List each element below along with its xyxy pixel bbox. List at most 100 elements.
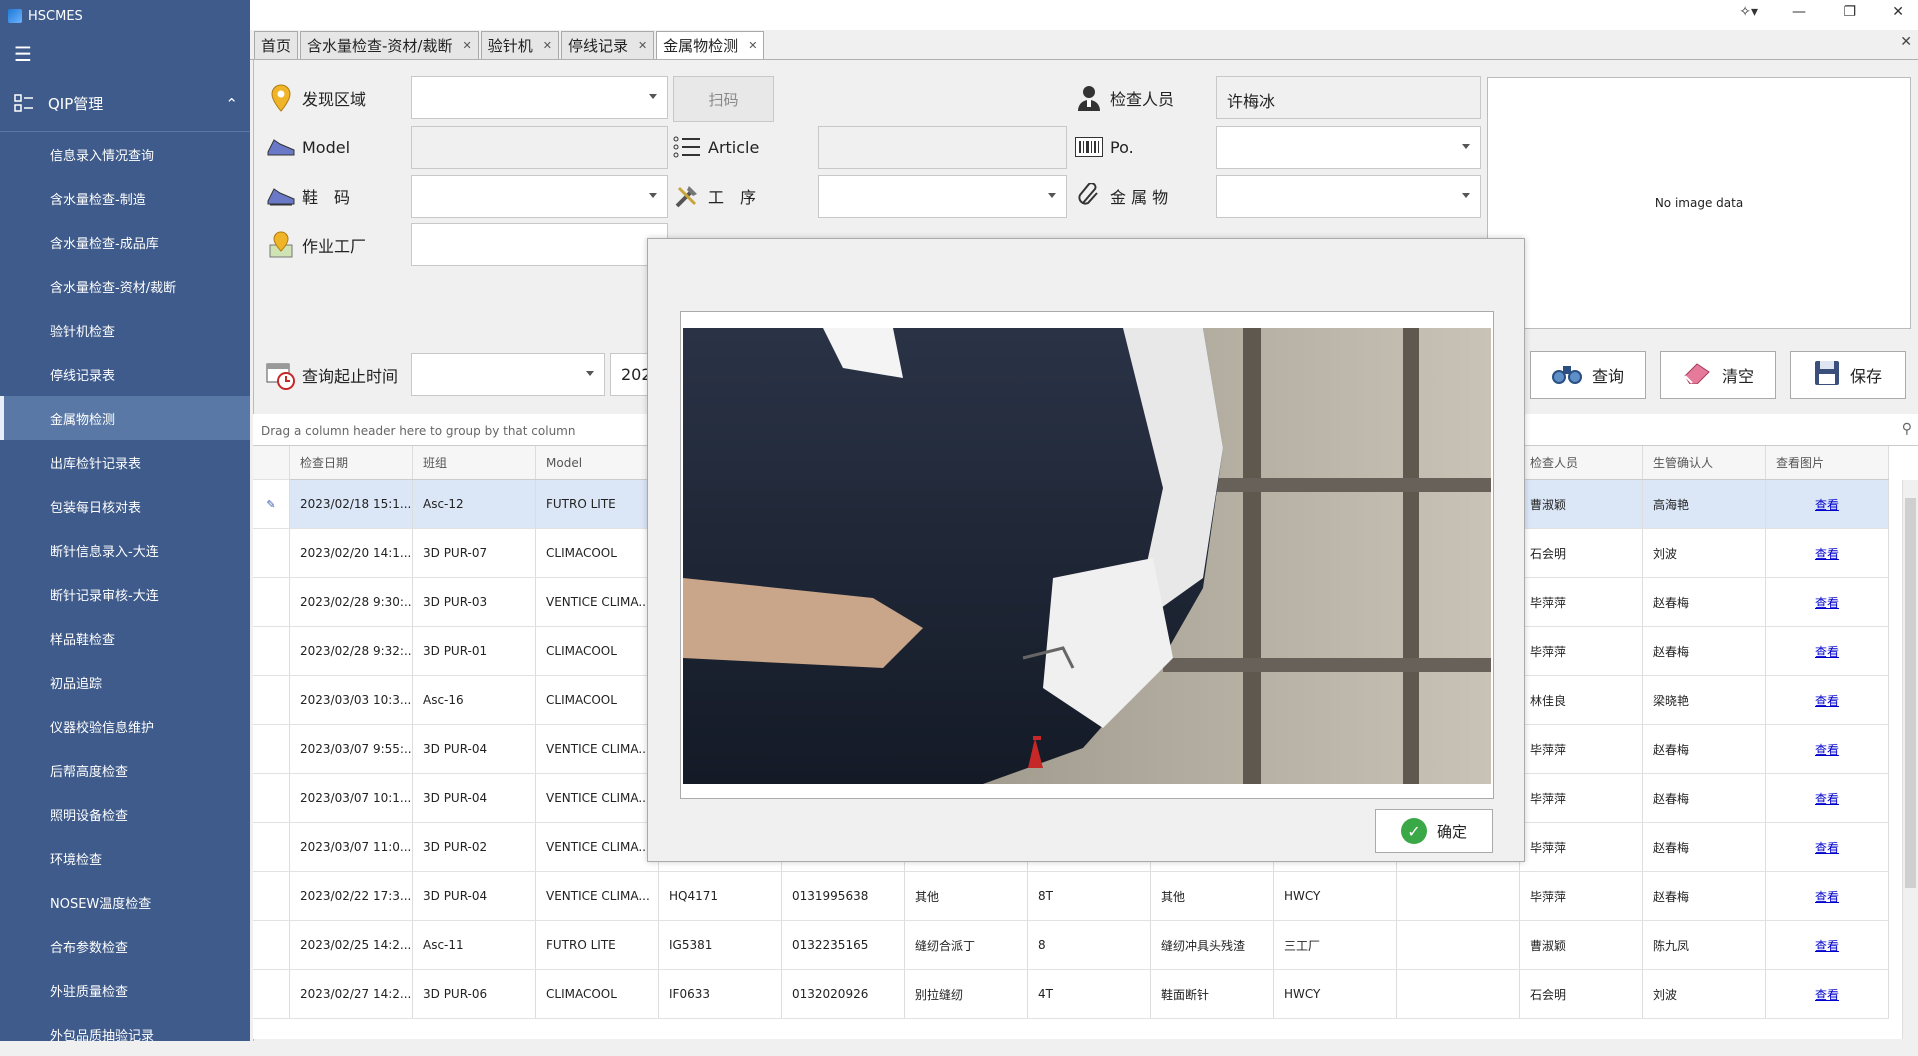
process-label: 工 序 — [672, 181, 756, 211]
restore-icon[interactable]: ❐ — [1843, 4, 1856, 20]
article-field[interactable] — [818, 126, 1067, 169]
table-cell: 3D PUR-06 — [413, 970, 536, 1019]
tab[interactable]: 首页 — [254, 31, 299, 59]
column-header[interactable]: 检查日期 — [290, 446, 413, 479]
process-select[interactable] — [818, 175, 1067, 218]
sidebar-item[interactable]: 样品鞋检查 — [0, 616, 250, 660]
view-image-link[interactable]: 查看 — [1766, 774, 1889, 823]
table-row[interactable]: 2023/02/25 14:2... Asc-11 FUTRO LITE IG5381… — [253, 921, 1889, 970]
row-indicator[interactable] — [253, 529, 290, 578]
scrollbar-thumb[interactable] — [1905, 498, 1916, 888]
sidebar-item[interactable]: 外包品质抽验记录 — [0, 1012, 250, 1056]
table-cell: HWCY — [1274, 970, 1397, 1019]
sidebar-section-qip[interactable]: QIP管理 ⌃ — [0, 76, 250, 132]
table-cell: 2023/03/07 11:0... — [290, 823, 413, 872]
view-image-link[interactable]: 查看 — [1766, 921, 1889, 970]
table-cell: 陈九凤 — [1643, 921, 1766, 970]
tab[interactable]: 含水量检查-资材/裁断 ✕ — [300, 31, 479, 59]
clear-button[interactable]: 清空 — [1660, 351, 1776, 399]
column-header[interactable]: 检查人员 — [1520, 446, 1643, 479]
tab-close-icon[interactable]: ✕ — [638, 39, 647, 52]
tab[interactable]: 停线记录 ✕ — [560, 31, 655, 59]
tab-close-icon[interactable]: ✕ — [543, 39, 552, 52]
sidebar-item[interactable]: 含水量检查-成品库 — [0, 220, 250, 264]
close-all-tabs-icon[interactable]: ✕ — [1900, 34, 1912, 50]
tab[interactable]: 验针机 ✕ — [480, 31, 559, 59]
view-image-link[interactable]: 查看 — [1766, 480, 1889, 529]
view-image-link[interactable]: 查看 — [1766, 970, 1889, 1019]
row-indicator[interactable] — [253, 872, 290, 921]
metal-select[interactable] — [1216, 175, 1481, 218]
sidebar-item[interactable]: 照明设备检查 — [0, 792, 250, 836]
row-indicator[interactable] — [253, 823, 290, 872]
table-row[interactable]: 2023/02/22 17:3... 3D PUR-04 VENTICE CLIMA… — [253, 872, 1889, 921]
tab-label: 含水量检查-资材/裁断 — [307, 37, 453, 55]
row-indicator[interactable] — [253, 627, 290, 676]
sidebar-item[interactable]: 外驻质量检查 — [0, 968, 250, 1012]
view-image-link[interactable]: 查看 — [1766, 627, 1889, 676]
view-image-link[interactable]: 查看 — [1766, 529, 1889, 578]
view-image-link[interactable]: 查看 — [1766, 676, 1889, 725]
search-icon[interactable]: ⚲ — [1902, 421, 1912, 437]
vertical-scrollbar[interactable] — [1902, 480, 1918, 1039]
table-cell: 赵春梅 — [1643, 578, 1766, 627]
connection-icon[interactable]: ✧▾ — [1739, 4, 1758, 20]
sidebar-item[interactable]: 断针信息录入-大连 — [0, 528, 250, 572]
sidebar-item[interactable]: 含水量检查-制造 — [0, 176, 250, 220]
menu-toggle-icon[interactable]: ☰ — [0, 32, 250, 76]
column-header[interactable]: 生管确认人 — [1643, 446, 1766, 479]
sidebar-item[interactable]: 金属物检测 — [0, 396, 250, 440]
table-row[interactable]: 2023/02/27 14:2... 3D PUR-06 CLIMACOOL IF06… — [253, 970, 1889, 1019]
sidebar-item[interactable]: 含水量检查-资材/裁断 — [0, 264, 250, 308]
column-header[interactable]: 班组 — [413, 446, 536, 479]
column-header[interactable]: Model — [536, 446, 659, 479]
dropdown-arrow-icon — [1048, 193, 1056, 198]
sidebar-item[interactable]: 后帮高度检查 — [0, 748, 250, 792]
view-image-link[interactable]: 查看 — [1766, 725, 1889, 774]
floppy-disk-icon — [1814, 360, 1840, 390]
table-cell: 林佳良 — [1520, 676, 1643, 725]
row-indicator[interactable] — [253, 725, 290, 774]
column-header[interactable]: 查看图片 — [1766, 446, 1889, 479]
row-indicator[interactable] — [253, 921, 290, 970]
edit-pencil-icon[interactable]: ✎ — [253, 480, 290, 529]
inspector-field[interactable]: 许梅冰 — [1216, 76, 1481, 119]
po-select[interactable] — [1216, 126, 1481, 169]
tab-close-icon[interactable]: ✕ — [748, 39, 757, 52]
minimize-icon[interactable]: — — [1792, 4, 1806, 20]
factory-field[interactable] — [411, 223, 668, 266]
sidebar-item[interactable]: 包装每日核对表 — [0, 484, 250, 528]
app-title: HSCMES — [28, 8, 83, 24]
query-button[interactable]: 查询 — [1530, 351, 1646, 399]
sidebar-item[interactable]: 信息录入情况查询 — [0, 132, 250, 176]
chevron-up-icon[interactable]: ⌃ — [225, 95, 238, 113]
view-image-link[interactable]: 查看 — [1766, 823, 1889, 872]
tab-close-icon[interactable]: ✕ — [462, 39, 471, 52]
save-button[interactable]: 保存 — [1790, 351, 1906, 399]
sidebar-item[interactable]: 环境检查 — [0, 836, 250, 880]
date-start-select[interactable] — [411, 353, 605, 396]
close-window-icon[interactable]: ✕ — [1892, 4, 1904, 20]
view-image-link[interactable]: 查看 — [1766, 872, 1889, 921]
tab[interactable]: 金属物检测 ✕ — [656, 31, 765, 59]
row-indicator[interactable] — [253, 578, 290, 627]
table-cell: 毕萍萍 — [1520, 627, 1643, 676]
scan-button[interactable]: 扫码 — [673, 76, 774, 122]
sidebar-item[interactable]: 验针机检查 — [0, 308, 250, 352]
no-image-text: No image data — [1654, 196, 1744, 210]
size-select[interactable] — [411, 175, 668, 218]
row-indicator[interactable] — [253, 676, 290, 725]
sidebar-item[interactable]: 初品追踪 — [0, 660, 250, 704]
model-field[interactable] — [411, 126, 668, 169]
sidebar-item[interactable]: 仪器校验信息维护 — [0, 704, 250, 748]
row-indicator[interactable] — [253, 774, 290, 823]
area-select[interactable] — [411, 76, 668, 119]
sidebar-item[interactable]: 停线记录表 — [0, 352, 250, 396]
sidebar-item[interactable]: 断针记录审核-大连 — [0, 572, 250, 616]
sidebar-item[interactable]: NOSEW温度检查 — [0, 880, 250, 924]
view-image-link[interactable]: 查看 — [1766, 578, 1889, 627]
ok-button[interactable]: ✓ 确定 — [1375, 809, 1493, 853]
sidebar-item[interactable]: 合布参数检查 — [0, 924, 250, 968]
sidebar-item[interactable]: 出库检针记录表 — [0, 440, 250, 484]
row-indicator[interactable] — [253, 970, 290, 1019]
